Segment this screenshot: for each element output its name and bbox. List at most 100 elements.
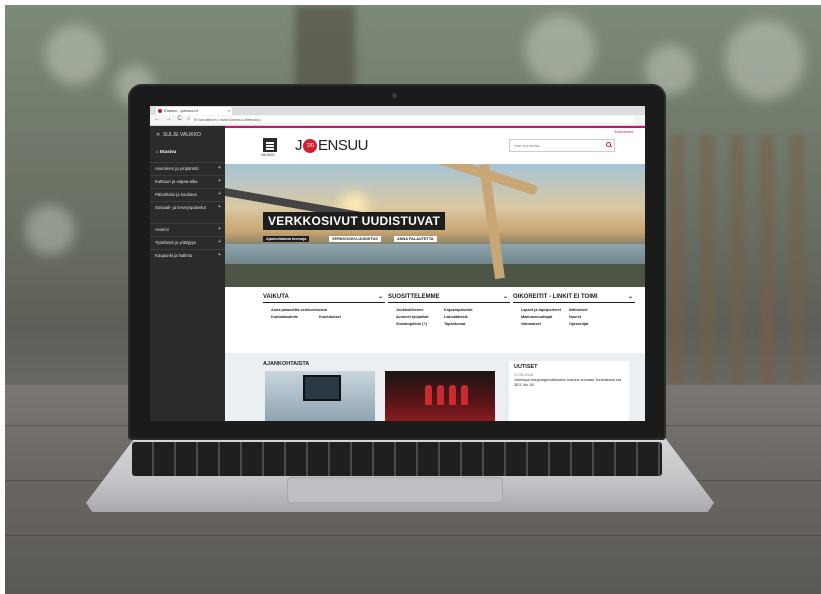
quick-link[interactable]: Joukkoliikenne xyxy=(396,308,436,312)
plus-icon: + xyxy=(218,252,221,258)
search-placeholder: Hae sivustolta... xyxy=(514,143,543,148)
sidebar-item-asuminen[interactable]: Asuminen ja ympäristö + xyxy=(150,162,225,174)
menu-bar xyxy=(266,142,274,144)
quick-column-title-text: SUOSITTELEMME xyxy=(388,294,440,300)
quick-column-vaikuta: VAIKUTA ⌄ Anna palautetta verkkosivuista … xyxy=(263,294,385,319)
close-tab-icon[interactable]: × xyxy=(228,107,230,115)
close-menu-label: SULJE VALIKKO xyxy=(162,132,201,138)
laptop-trackpad xyxy=(288,478,502,502)
quick-link[interactable]: Kirjastopalvelut xyxy=(444,308,484,312)
plus-icon: + xyxy=(218,239,221,245)
quick-column-title-text: VAIKUTA xyxy=(263,294,289,300)
plus-icon: + xyxy=(218,226,221,232)
plus-icon: + xyxy=(218,204,221,210)
sidebar-item-sosiaali[interactable]: Sosiaali- ja terveyspalvelut + xyxy=(150,201,225,223)
sidebar-item-avioimi[interactable]: Avioimi + xyxy=(150,223,225,235)
quick-link[interactable]: Nuoret xyxy=(569,315,609,319)
quick-link[interactable]: Ikäihmiset xyxy=(569,308,609,312)
web-page: Kieliversiot VALIKKO J 170 ENSUU Hae sivus… xyxy=(225,126,645,421)
sidebar-item-label: Kulttuuri ja vapaa-aika xyxy=(155,179,198,184)
hero-tag-ajankohtaista[interactable]: Ajankohtaista teemoja xyxy=(263,236,310,242)
laptop-keyboard xyxy=(132,442,662,476)
quick-column-title-text: OIKOREITIT - LINKIT EI TOIMI xyxy=(513,294,598,300)
side-menu: ✕ SULJE VALIKKO ⌂ Etusivu Asuminen ja ym… xyxy=(150,126,225,421)
sidebar-item-home[interactable]: ⌂ Etusivu xyxy=(156,149,176,154)
quick-column-suosittelemme: SUOSITTELEMME ⌄ Joukkoliikenne Kirjastopa… xyxy=(388,294,510,326)
menu-label: VALIKKO xyxy=(261,153,275,157)
sidebar-item-label: Asuminen ja ympäristö xyxy=(155,166,199,171)
table-grain xyxy=(5,535,821,536)
uutiset-box: UUTISET 17.05.2018 Joensuun kaupunginval… xyxy=(509,361,629,421)
quick-link[interactable]: Kuntalaisaloite xyxy=(271,315,311,319)
language-link[interactable]: Kieliversiot xyxy=(615,130,633,134)
quick-links: VAIKUTA ⌄ Anna palautetta verkkosivuista … xyxy=(225,287,645,353)
bokeh-light xyxy=(25,205,75,255)
quick-link[interactable]: Vammaiset xyxy=(521,322,561,326)
menu-bar xyxy=(266,145,274,147)
accent-line xyxy=(225,126,645,128)
wooden-railing xyxy=(670,135,820,385)
sidebar-item-kaupunki[interactable]: Kaupunki ja hallinto + xyxy=(150,249,225,261)
news-thumbnail-performance[interactable] xyxy=(385,371,495,421)
news-date: 17.05.2018 xyxy=(514,373,534,377)
site-logo[interactable]: J 170 ENSUU xyxy=(295,136,369,156)
quick-link[interactable]: Anna palautetta verkkosivuista xyxy=(271,308,371,312)
hero-banner: VERKKOSIVUT UUDISTUVAT Ajankohtaista tee… xyxy=(225,164,645,287)
uutiset-title: UUTISET xyxy=(514,364,538,370)
logo-badge: 170 xyxy=(303,139,317,154)
quick-link[interactable]: Opiskelijat xyxy=(569,322,609,326)
hero-tag-uudistus[interactable]: VERKKOSIVU-UUDISTUS xyxy=(329,236,381,242)
chevron-down-icon[interactable]: ⌄ xyxy=(503,293,508,300)
browser-tab-bar: Etusivu - joensuu.fi × xyxy=(150,106,645,115)
tab-title: Etusivu - joensuu.fi xyxy=(164,108,198,113)
bokeh-light xyxy=(525,15,595,85)
performer xyxy=(461,385,468,405)
sidebar-item-label: Kaupunki ja hallinto xyxy=(155,253,193,258)
quick-column-oikoreitit: OIKOREITIT - LINKIT EI TOIMI ⌄ Lapset ja … xyxy=(513,294,635,326)
news-thumbnail-laptop[interactable] xyxy=(265,371,375,421)
quick-link[interactable]: Avoimet työpaikat xyxy=(396,315,436,319)
quick-column-title[interactable]: OIKOREITIT - LINKIT EI TOIMI ⌄ xyxy=(513,294,635,303)
quick-link[interactable]: Slonämpöihin (?) xyxy=(396,322,436,326)
river xyxy=(225,244,645,266)
news-headline[interactable]: Joensuun kaupunginvaltuuston kokous suor… xyxy=(514,378,624,388)
chevron-down-icon[interactable]: ⌄ xyxy=(378,293,383,300)
search-input[interactable]: Hae sivustolta... xyxy=(509,139,615,152)
nav-buttons[interactable]: ← → C ⌂ xyxy=(154,116,193,122)
quick-column-links: Anna palautetta verkkosivuista Kuntalais… xyxy=(263,303,385,319)
menu-icon[interactable] xyxy=(263,138,277,152)
sidebar-item-tyoelama[interactable]: Työelämä ja yrittäjyys + xyxy=(150,236,225,248)
sidebar-item-label: Sosiaali- ja terveyspalvelut xyxy=(155,205,206,210)
search-icon[interactable] xyxy=(606,142,611,147)
quick-link[interactable]: Lakisääteisiä xyxy=(444,315,484,319)
quick-link[interactable]: Kuulutukset xyxy=(319,315,359,319)
quick-link[interactable]: Tapahtumat xyxy=(444,322,484,326)
hero-tag-palaute[interactable]: ANNA PALAUTETTA xyxy=(394,236,437,242)
bokeh-light xyxy=(45,25,105,85)
bokeh-light xyxy=(725,20,805,100)
quick-link[interactable]: Maahanmuuttajat xyxy=(521,315,561,319)
plus-icon: + xyxy=(218,178,221,184)
favicon-icon xyxy=(158,109,162,113)
browser-tab[interactable]: Etusivu - joensuu.fi × xyxy=(156,107,232,115)
sidebar-item-paivahoito[interactable]: Päivähoito ja koulutus + xyxy=(150,188,225,200)
address-bar: ← → C ⌂ Ei turvallinen | www.joensuu.fi/… xyxy=(150,115,645,126)
menu-bar xyxy=(266,148,274,150)
chevron-down-icon[interactable]: ⌄ xyxy=(628,293,633,300)
riverbank xyxy=(225,264,645,287)
ajankohtaista-title: AJANKOHTAISTA xyxy=(263,361,310,367)
sidebar-item-label: Työelämä ja yrittäjyys xyxy=(155,240,197,245)
plus-icon: + xyxy=(218,191,221,197)
webcam xyxy=(392,93,397,98)
close-menu-button[interactable]: ✕ SULJE VALIKKO xyxy=(156,132,201,138)
quick-column-title[interactable]: VAIKUTA ⌄ xyxy=(263,294,385,303)
news-section: AJANKOHTAISTA UUTISET 17.05.2018 Joensuu… xyxy=(225,353,645,421)
performer xyxy=(437,385,444,405)
performer xyxy=(449,385,456,405)
quick-link[interactable]: Lapset ja lapsiperheet xyxy=(521,308,561,312)
url-field[interactable]: Ei turvallinen | www.joensuu.fi/etusivu xyxy=(190,116,634,123)
sidebar-item-kulttuuri[interactable]: Kulttuuri ja vapaa-aika + xyxy=(150,175,225,187)
quick-column-title[interactable]: SUOSITTELEMME ⌄ xyxy=(388,294,510,303)
performer xyxy=(425,385,432,405)
hero-title: VERKKOSIVUT UUDISTUVAT xyxy=(263,212,446,230)
